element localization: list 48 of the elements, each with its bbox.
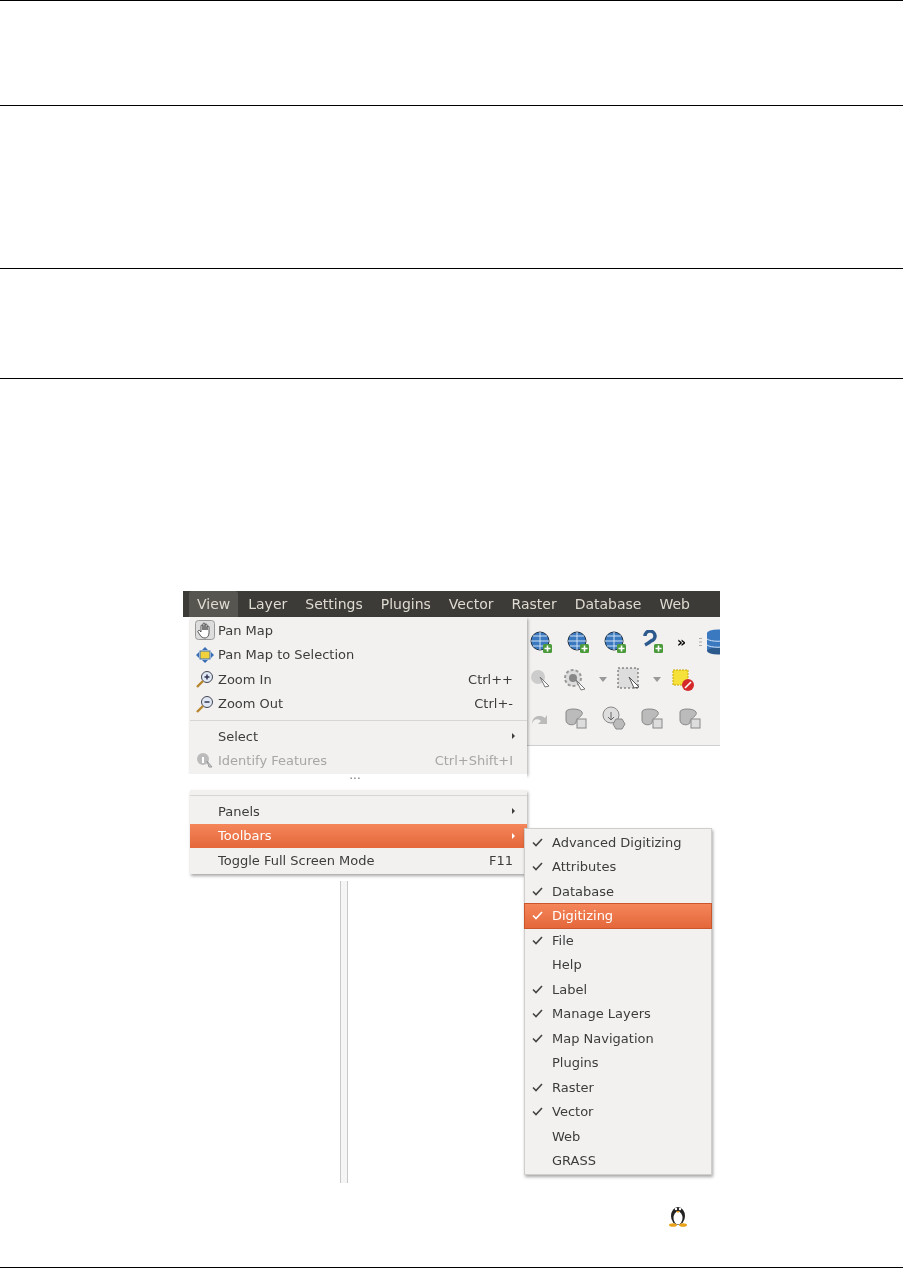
hand-icon [195, 620, 215, 641]
ellipsis: ··· [349, 774, 361, 784]
menu-item[interactable]: Select [190, 724, 527, 749]
menu-item[interactable]: File [525, 928, 711, 953]
menu-item[interactable]: Help [525, 952, 711, 977]
menu-item[interactable]: Zoom Out Ctrl+- [190, 691, 527, 716]
caret-icon[interactable] [599, 677, 607, 683]
menu-item[interactable]: Plugins [525, 1050, 711, 1075]
menu-item[interactable]: Database [525, 879, 711, 904]
submenu-arrow-icon [512, 832, 515, 839]
menu-item[interactable]: Web [525, 1124, 711, 1149]
globe-plus-icon[interactable] [566, 630, 590, 654]
menu-item[interactable]: Raster [525, 1075, 711, 1100]
menu-bar-item[interactable]: Web [651, 591, 698, 617]
menu-bar-item[interactable]: Raster [503, 591, 565, 617]
menu-bar-item[interactable]: Settings [297, 591, 371, 617]
pan-to-selection-icon [195, 645, 215, 664]
menu-item[interactable]: Zoom In Ctrl++ [190, 667, 527, 692]
menu-bar-item[interactable]: View [189, 591, 239, 617]
menu-item[interactable]: Attributes [525, 854, 711, 879]
menu-item[interactable]: Pan Map [190, 618, 527, 643]
globe-plus-icon[interactable] [529, 630, 553, 654]
menu-item[interactable]: Panels [190, 799, 527, 824]
menu-item[interactable]: Toggle Full Screen Mode F11 [190, 848, 527, 873]
curve-plus-icon[interactable] [640, 630, 664, 654]
menu-item[interactable]: Pan Map to Selection [190, 642, 527, 667]
menu-item[interactable]: GRASS [525, 1148, 711, 1173]
menu-item[interactable]: Manage Layers [525, 1001, 711, 1026]
submenu-arrow-icon [512, 808, 515, 815]
shape-arrow-icon[interactable] [601, 706, 627, 730]
globe-plus-icon[interactable] [603, 630, 627, 654]
menu-item[interactable]: Map Navigation [525, 1026, 711, 1051]
grip-icon [699, 638, 703, 646]
zoom-in-icon [195, 670, 215, 689]
caret-icon[interactable] [653, 677, 661, 683]
identify-icon [195, 751, 215, 770]
menu-bar-item[interactable]: Vector [440, 591, 502, 617]
submenu-arrow-icon [512, 733, 515, 740]
menu-item[interactable]: Label [525, 977, 711, 1002]
menu-bar-item[interactable]: Plugins [372, 591, 439, 617]
zoom-out-icon [195, 694, 215, 713]
more-tools-button[interactable]: » [677, 634, 687, 650]
deselect-icon[interactable] [671, 668, 695, 692]
menu-bar-item[interactable]: Database [566, 591, 650, 617]
menu-bar-item[interactable]: Layer [240, 591, 296, 617]
shape-icon[interactable] [563, 706, 589, 730]
menu-item[interactable]: Advanced Digitizing [525, 830, 711, 855]
menu-item[interactable]: Vector [525, 1099, 711, 1124]
